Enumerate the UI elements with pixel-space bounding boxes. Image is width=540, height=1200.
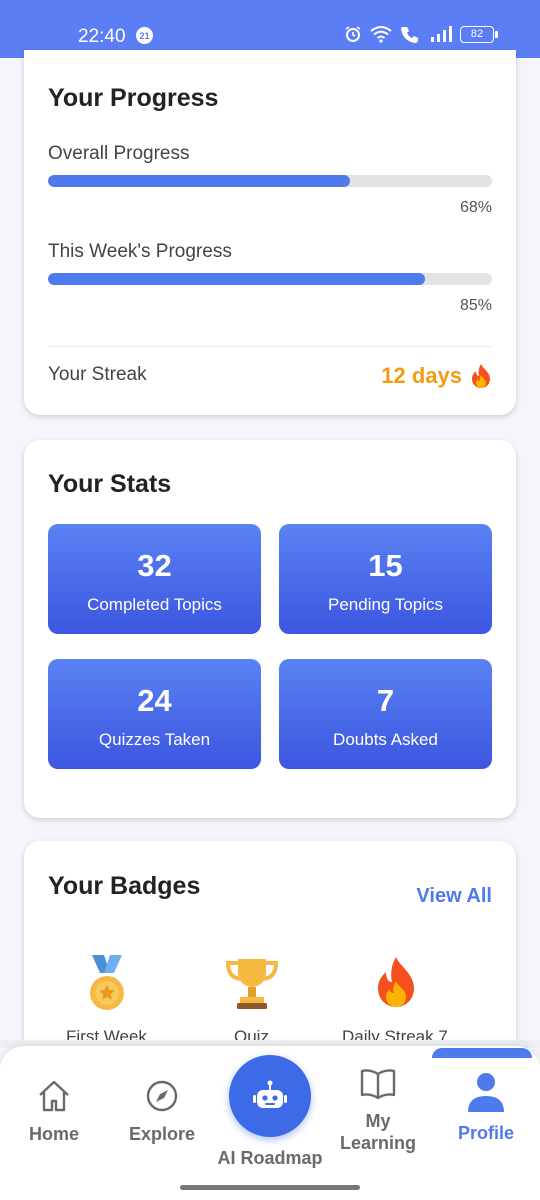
nav-label: Profile (457, 1123, 514, 1143)
stat-value: 15 (368, 548, 403, 583)
stat-value: 32 (137, 548, 172, 583)
stat-value: 7 (376, 683, 395, 718)
progress-divider (48, 346, 492, 347)
status-time: 22:40 (78, 26, 126, 47)
stat-label: Quizzes Taken (98, 730, 211, 749)
nav-label: Home (28, 1124, 79, 1144)
signal-icon (431, 26, 452, 42)
stat-label: Pending Topics (328, 595, 443, 614)
fire-icon (378, 957, 414, 1007)
weekly-progress-fill (48, 273, 426, 285)
weekly-progress-bar (48, 273, 492, 285)
stat-tile-pending-topics[interactable]: 15 Pending Topics (279, 524, 492, 634)
battery-icon: 82 (460, 25, 498, 43)
medal-icon (90, 955, 124, 1010)
nav-my-learning[interactable]: My Learning (330, 1068, 426, 1154)
stat-label: Doubts Asked (333, 730, 438, 749)
stats-title: Your Stats (48, 470, 172, 498)
nav-ai-roadmap-button[interactable] (229, 1055, 311, 1137)
overall-progress-label: Overall Progress (48, 143, 190, 164)
stats-card: Your Stats 32 Completed Topics 15 Pendin… (24, 440, 516, 818)
overall-progress-bar (48, 175, 492, 187)
badges-title: Your Badges (48, 872, 201, 900)
nav-label: My Learning (339, 1111, 416, 1153)
active-tab-indicator (432, 1048, 532, 1058)
wifi-icon (370, 26, 392, 43)
weekly-progress-label: This Week's Progress (48, 241, 232, 262)
weekly-progress-percent: 85% (459, 297, 492, 314)
stat-label: Completed Topics (87, 595, 222, 614)
streak-days: 12 days (381, 363, 462, 388)
stat-tile-completed-topics[interactable]: 32 Completed Topics (48, 524, 261, 634)
stat-tile-doubts-asked[interactable]: 7 Doubts Asked (279, 659, 492, 769)
status-icons: 82 (344, 25, 498, 43)
notification-badge: 21 (136, 27, 153, 44)
call-icon (401, 27, 418, 43)
nav-ai-roadmap-label: AI Roadmap (217, 1148, 323, 1168)
nav-profile[interactable]: Profile (440, 1068, 532, 1144)
overall-progress-percent: 68% (459, 199, 492, 216)
trophy-icon (225, 959, 279, 1009)
robot-icon (253, 1080, 287, 1108)
nav-label: Explore (128, 1124, 196, 1144)
book-icon (360, 1069, 396, 1100)
home-icon (39, 1080, 69, 1112)
nav-home[interactable]: Home (10, 1079, 98, 1145)
fire-icon (472, 364, 490, 388)
compass-icon (146, 1080, 178, 1112)
progress-card: Your Progress Overall Progress 68% This … (24, 50, 516, 415)
overall-progress-fill (48, 175, 350, 187)
alarm-icon (345, 26, 361, 42)
streak-label: Your Streak (48, 364, 147, 385)
stat-value: 24 (137, 683, 172, 718)
view-all-link[interactable]: View All (416, 885, 492, 908)
person-icon (468, 1073, 504, 1112)
stat-tile-quizzes-taken[interactable]: 24 Quizzes Taken (48, 659, 261, 769)
streak-value: 12 days (381, 363, 492, 389)
nav-explore[interactable]: Explore (118, 1079, 206, 1145)
progress-title: Your Progress (48, 84, 219, 112)
home-indicator (180, 1185, 360, 1190)
